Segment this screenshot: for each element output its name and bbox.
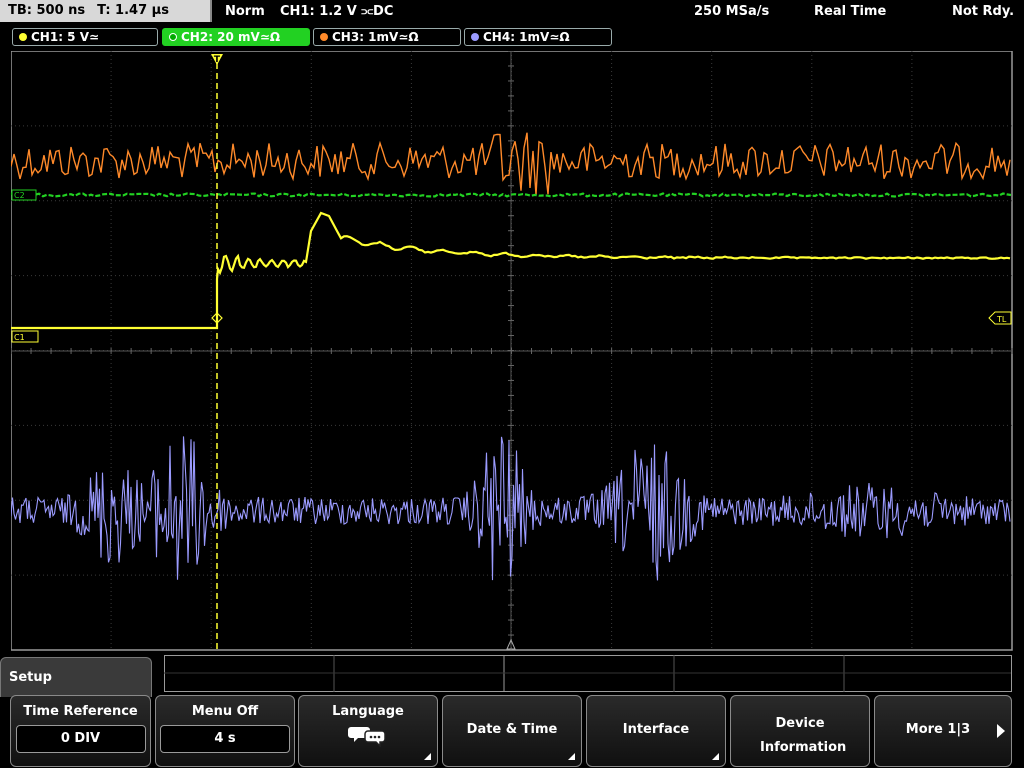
time-reference-button[interactable]: Time Reference 0 DIV [10,695,151,767]
channel-dot-icon [471,33,479,41]
next-page-arrow-icon [997,724,1005,738]
time-reference-value: 0 DIV [15,725,146,753]
date-time-button[interactable]: Date & Time [442,695,582,767]
channel-tab-ch3[interactable]: CH3: 1mV≃Ω [313,28,461,46]
button-label: Date & Time [466,722,558,737]
button-label: More 1|3 [905,722,971,737]
submenu-corner-icon [712,753,719,760]
overview-strip [164,655,1012,692]
channel-tab-ch4[interactable]: CH4: 1mV≃Ω [464,28,612,46]
timebase-box[interactable]: TB: 500 ns T: 1.47 µs [0,0,212,22]
button-label: Interface [622,722,690,737]
timebase-value: TB: 500 ns [8,3,86,18]
acquisition-state: Not Rdy. [952,4,1015,19]
channel-tab-label: CH1: 5 V≃ [31,30,100,44]
button-label: Time Reference [23,704,138,719]
sample-rate: 250 MSa/s [694,4,770,19]
channel-tab-label: CH2: 20 mV≃Ω [181,30,281,44]
trigger-time-value: T: 1.47 µs [97,3,169,18]
acquisition-mode: Real Time [814,4,887,19]
trigger-position-label: T [214,55,221,65]
button-label: Menu Off [191,704,259,719]
channel-tab-ch2[interactable]: CH2: 20 mV≃Ω [162,28,310,46]
channel-tab-label: CH4: 1mV≃Ω [483,30,570,44]
menu-title: Setup [0,657,152,697]
channel-tab-ch1[interactable]: CH1: 5 V≃ [12,28,158,46]
status-bar: TB: 500 ns T: 1.47 µs Norm CH1: 1.2 V ⫗DC… [0,0,1024,24]
trigger-mode[interactable]: Norm [225,0,265,24]
button-label: Language [332,704,404,719]
button-label: Device Information [760,716,847,755]
trigger-source[interactable]: CH1: 1.2 V ⫗DC [280,0,393,24]
ch1-offset-marker[interactable]: C1 [11,330,39,343]
setup-menu: Setup Time Reference 0 DIV Menu Off 4 s … [0,655,1024,768]
channel-dot-icon [169,33,177,41]
ch1-marker-label: C1 [14,333,25,342]
menu-off-value: 4 s [160,725,290,753]
language-button[interactable]: Language [298,695,438,767]
submenu-corner-icon [424,753,431,760]
channel-tab-label: CH3: 1mV≃Ω [332,30,419,44]
interface-button[interactable]: Interface [586,695,726,767]
device-information-button[interactable]: Device Information [730,695,870,767]
ch2-marker-label: C2 [14,191,25,200]
channel-dot-icon [320,33,328,41]
channel-tabs: CH1: 5 V≃ CH2: 20 mV≃Ω CH3: 1mV≃Ω CH4: 1… [0,26,1024,48]
more-button[interactable]: More 1|3 [874,695,1012,767]
channel-dot-icon [19,33,27,41]
ch2-offset-marker[interactable]: C2 [11,189,37,201]
speech-bubbles-icon [348,727,386,748]
waveform-display[interactable]: T C2 C1 TL [11,51,1013,651]
submenu-corner-icon [568,753,575,760]
trigger-level-label: TL [996,315,1007,324]
menu-off-button[interactable]: Menu Off 4 s [155,695,295,767]
